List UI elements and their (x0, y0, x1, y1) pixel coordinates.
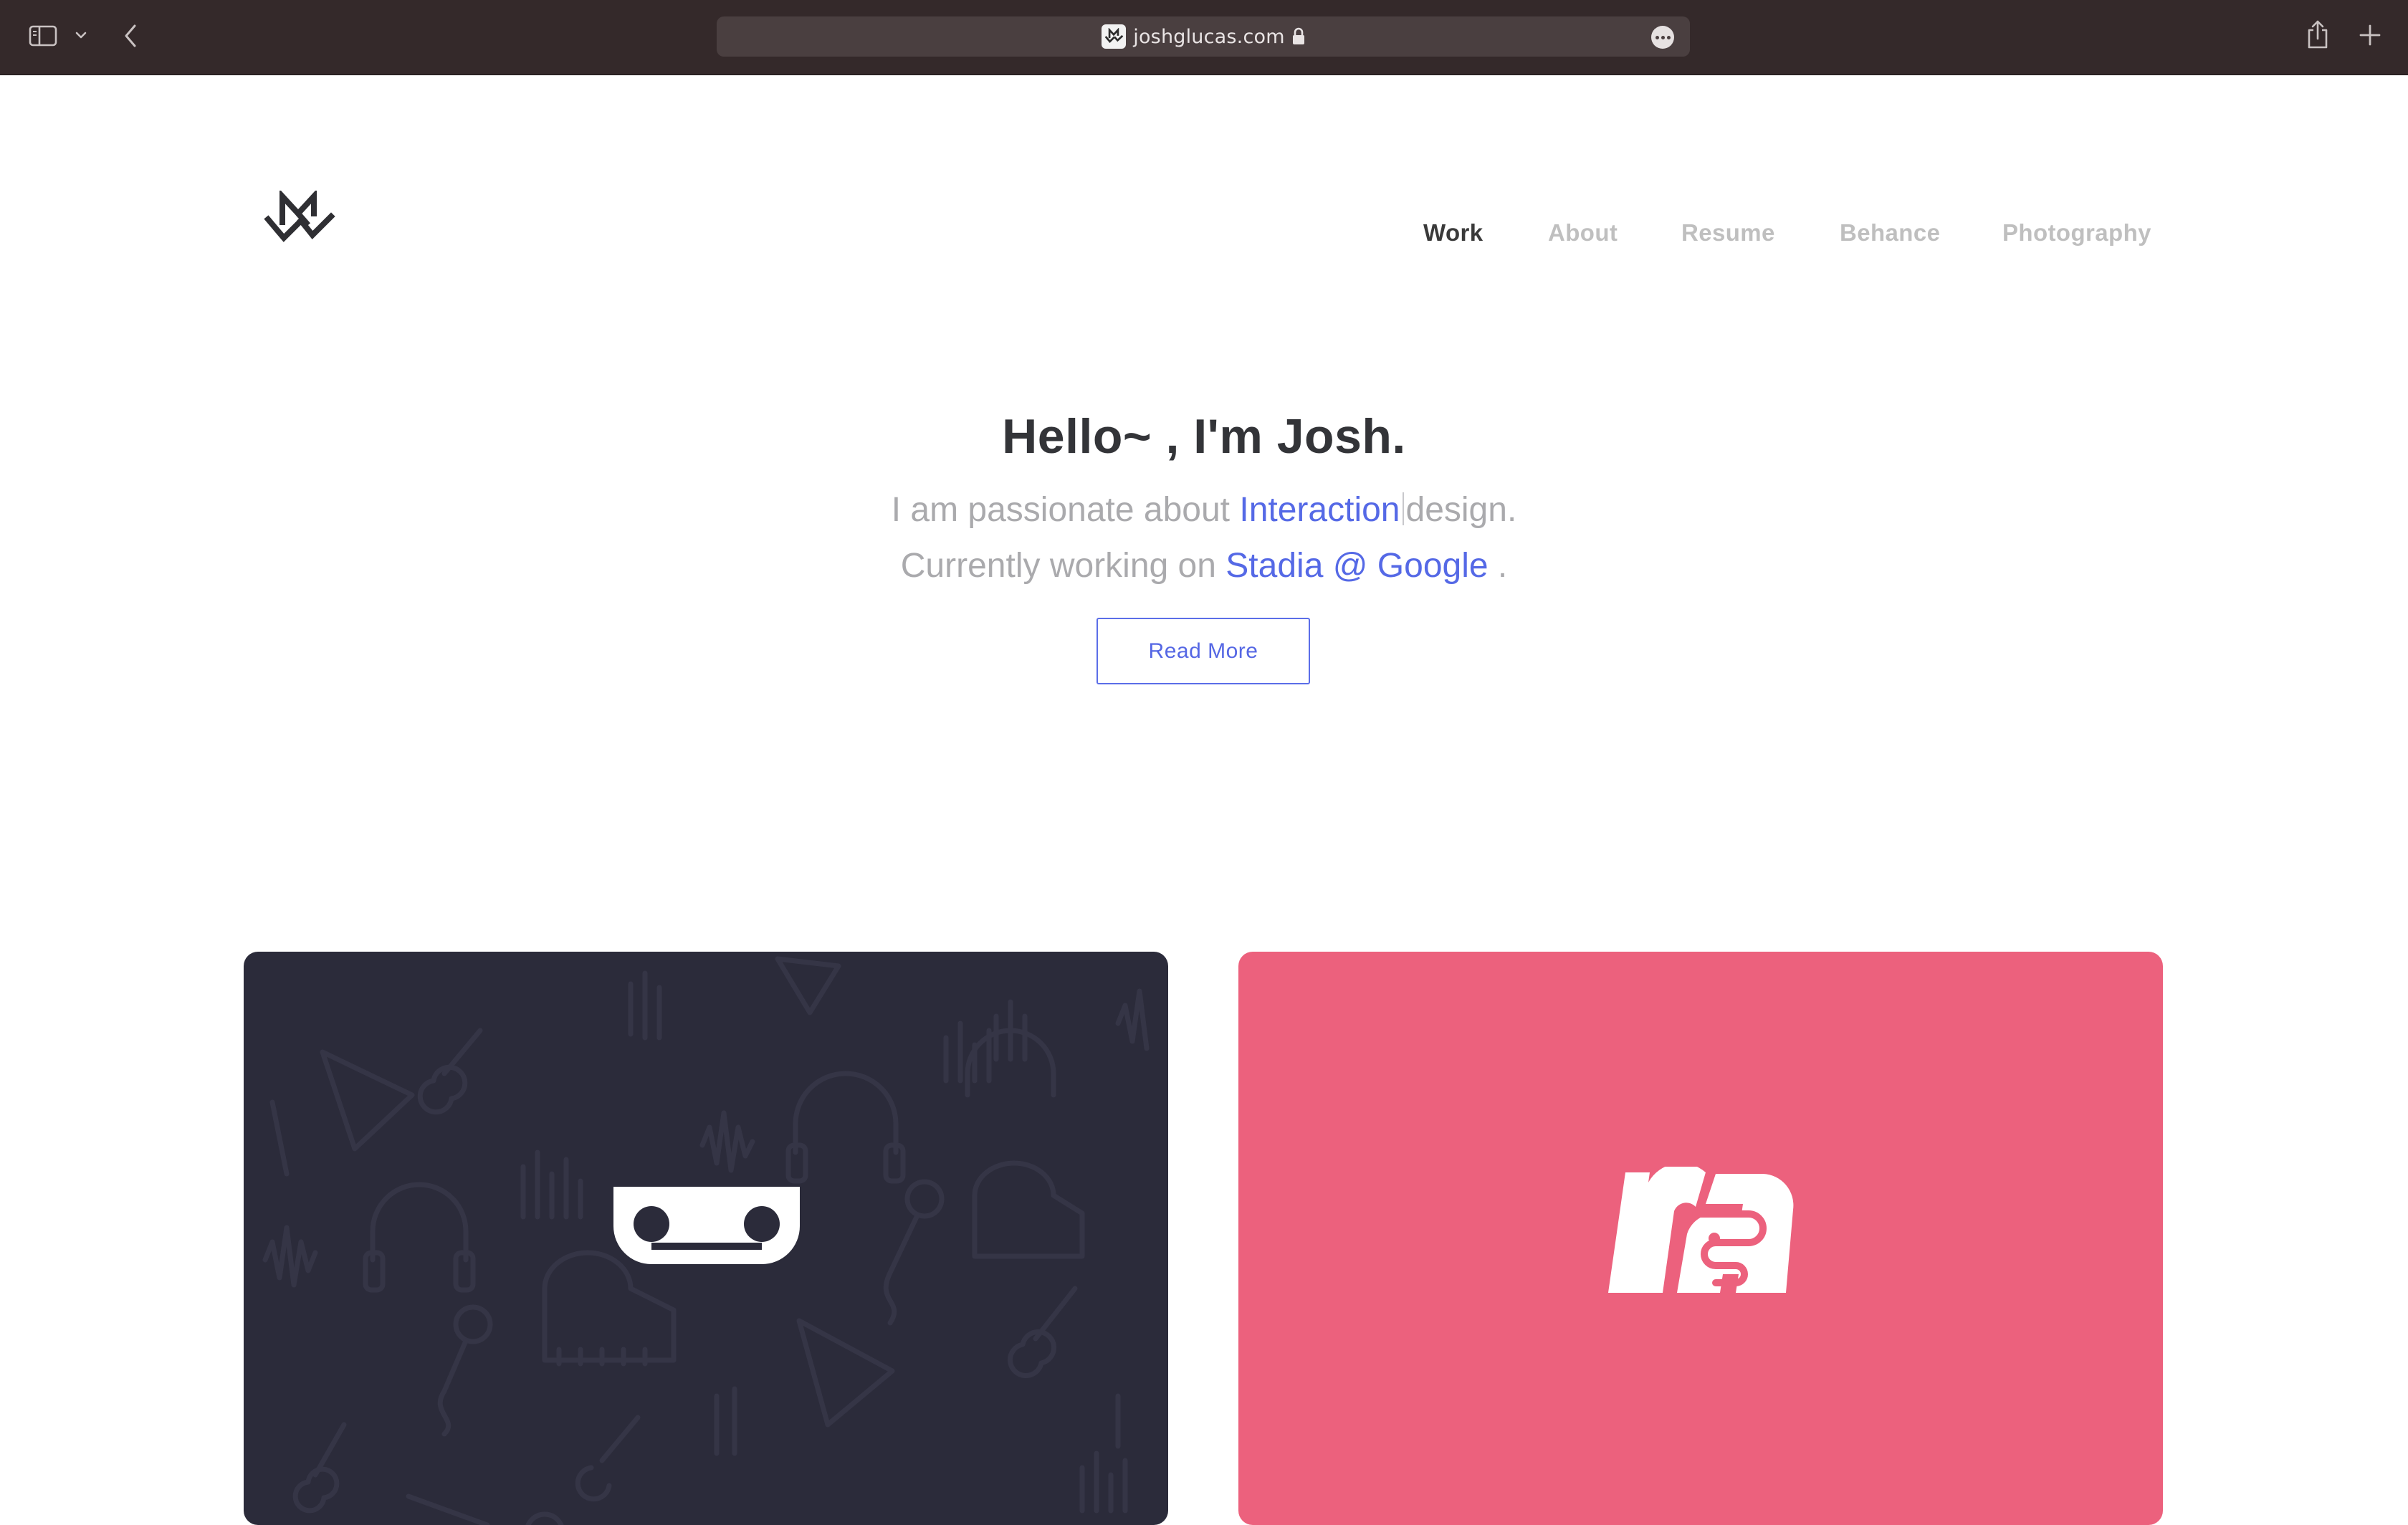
back-icon[interactable] (122, 23, 139, 49)
tagline-typed-word: Interaction (1239, 491, 1400, 529)
main-nav: Work About Resume Behance Photography (0, 219, 2408, 255)
read-more-button[interactable]: Read More (1096, 618, 1310, 684)
address-bar[interactable]: joshglucas.com (717, 16, 1690, 57)
nav-behance[interactable]: Behance (1840, 219, 1940, 247)
url-text: joshglucas.com (1133, 25, 1285, 48)
new-tab-icon[interactable] (2358, 23, 2382, 47)
browser-toolbar: joshglucas.com (0, 0, 2408, 75)
nav-work[interactable]: Work (1423, 219, 1484, 247)
ra-monogram-icon (1608, 1167, 1794, 1293)
typing-caret (1402, 492, 1404, 525)
sidebar-icon[interactable] (29, 24, 57, 47)
nav-photography[interactable]: Photography (2002, 219, 2151, 247)
more-icon[interactable] (1651, 26, 1674, 49)
chevron-down-icon[interactable] (73, 27, 89, 43)
tagline-suffix: design. (1405, 491, 1517, 529)
project-card-ra[interactable] (1238, 952, 2163, 1525)
lock-icon (1292, 27, 1304, 44)
current-work-prefix: Currently working on (900, 547, 1226, 585)
project-card-voicemail[interactable] (244, 952, 1168, 1525)
site-favicon (1102, 24, 1127, 49)
tagline-prefix: I am passionate about (891, 491, 1240, 529)
voicemail-icon (613, 1187, 800, 1264)
hero-current-work: Currently working on Stadia @ Google . (0, 546, 2408, 585)
hero-tagline: I am passionate about Interaction design. (0, 490, 2408, 530)
nav-resume[interactable]: Resume (1681, 219, 1775, 247)
stadia-link[interactable]: Stadia @ Google (1226, 547, 1488, 585)
nav-about[interactable]: About (1548, 219, 1618, 247)
current-work-suffix: . (1488, 547, 1508, 585)
share-icon[interactable] (2305, 19, 2331, 50)
hero-title: Hello~ , I'm Josh. (1002, 409, 1406, 464)
